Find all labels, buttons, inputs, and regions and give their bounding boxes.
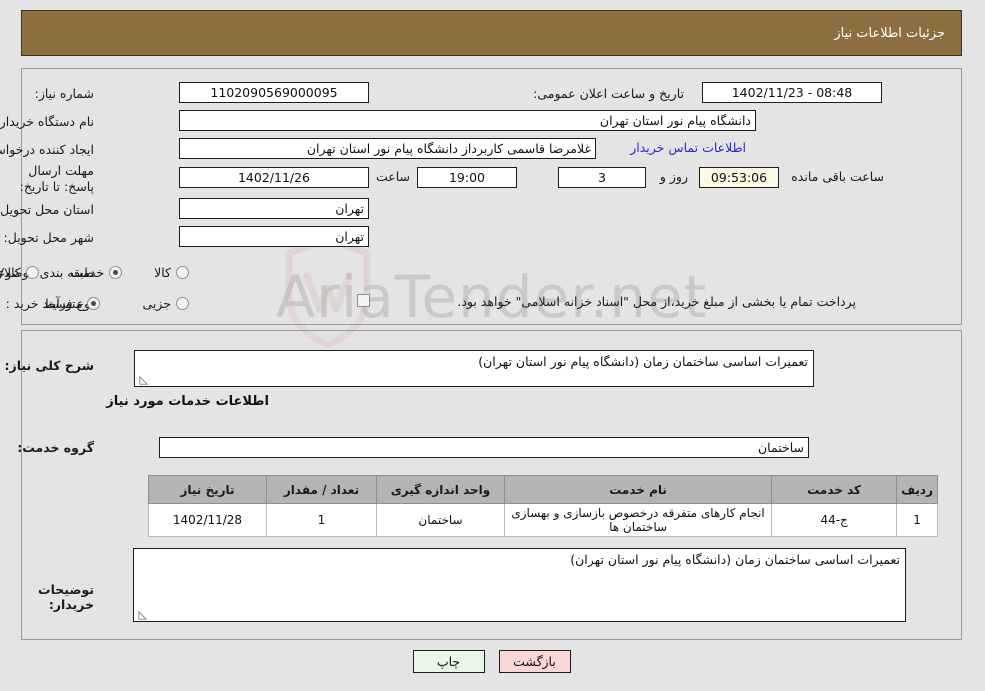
purchase-type-option-medium[interactable]: متوسط (44, 295, 102, 311)
back-button[interactable]: بازگشت (499, 650, 572, 673)
delivery-province-label: استان محل تحویل: (0, 201, 95, 217)
public-announce-label-row: تاریخ و ساعت اعلان عمومی: (534, 82, 685, 104)
print-button[interactable]: چاپ (413, 650, 486, 673)
delivery-city-input[interactable] (180, 226, 370, 247)
requester-input[interactable] (180, 138, 597, 159)
treasury-bonds-checkbox[interactable] (358, 294, 371, 307)
buyer-org-label-row: نام دستگاه خریدار: (0, 110, 95, 132)
col-need-date: تاریخ نیاز (149, 475, 268, 504)
page-root: AriaTender.net جزئیات اطلاعات نیاز شماره… (0, 0, 985, 691)
deadline-time-input[interactable] (418, 167, 518, 188)
col-unit: واحد اندازه گیری (377, 475, 506, 504)
category-label-service: خدمت (71, 264, 106, 280)
col-code: کد خدمت (772, 475, 899, 504)
col-qty: تعداد / مقدار (267, 475, 378, 504)
action-button-row: بازگشت چاپ (0, 650, 985, 673)
cell-unit: ساختمان (377, 503, 506, 537)
category-option-goods-service[interactable]: کالا/خدمت (0, 265, 40, 280)
deadline-countdown-input[interactable] (700, 167, 780, 188)
services-section-heading: اطلاعات خدمات مورد نیاز (107, 394, 270, 409)
buyer-notes-label: توضیحات خریدار: (39, 582, 95, 612)
cell-need-date: 1402/11/28 (149, 503, 268, 537)
general-desc-label: شرح کلی نیاز: (5, 358, 95, 373)
service-group-label: گروه خدمت: (18, 440, 95, 455)
buyer-org-input[interactable] (180, 110, 757, 131)
summary-panel (22, 68, 963, 325)
cell-row: 1 (897, 503, 939, 537)
treasury-bonds-note: پرداخت تمام یا بخشی از مبلغ خرید،از محل … (458, 294, 857, 309)
category-option-goods[interactable]: کالا (155, 265, 190, 280)
deadline-time-label: ساعت (376, 169, 411, 184)
services-table: ردیف کد خدمت نام خدمت واحد اندازه گیری ت… (149, 475, 939, 537)
requester-label: ایجاد کننده درخواست: (0, 141, 95, 157)
purchase-type-option-minor[interactable]: جزیی (143, 296, 190, 311)
purchase-type-radio-group: جزیی متوسط (44, 292, 190, 314)
delivery-city-label-row: شهر محل تحویل: (5, 226, 95, 248)
general-desc-field[interactable]: تعمیرات اساسی ساختمان زمان (دانشگاه پیام… (135, 350, 815, 387)
deadline-countdown-label: ساعت باقی مانده (792, 169, 885, 184)
purchase-type-radio-minor[interactable] (177, 296, 190, 310)
public-announce-label: تاریخ و ساعت اعلان عمومی: (534, 85, 685, 101)
col-name: نام خدمت (504, 475, 774, 504)
category-radio-goods-service[interactable] (26, 265, 40, 279)
page-title-bar: جزئیات اطلاعات نیاز (22, 10, 963, 56)
buyer-contact-link[interactable]: اطلاعات تماس خریدار (631, 140, 747, 155)
buyer-org-label: نام دستگاه خریدار: (0, 113, 95, 129)
purchase-type-radio-medium[interactable] (88, 296, 102, 310)
delivery-province-input[interactable] (180, 198, 370, 219)
deadline-date-input[interactable] (180, 167, 370, 188)
purchase-type-label-minor: جزیی (143, 295, 172, 311)
public-announce-input[interactable] (703, 82, 883, 103)
buyer-notes-field[interactable]: تعمیرات اساسی ساختمان زمان (دانشگاه پیام… (134, 548, 907, 622)
service-group-input[interactable] (160, 437, 810, 458)
cell-qty: 1 (267, 503, 378, 537)
delivery-province-label-row: استان محل تحویل: (0, 198, 95, 220)
buyer-notes-textarea[interactable]: تعمیرات اساسی ساختمان زمان (دانشگاه پیام… (134, 548, 907, 622)
requester-label-row: ایجاد کننده درخواست: (0, 138, 95, 160)
cell-name: انجام کارهای متفرقه درخصوص بازسازی و بهس… (504, 503, 774, 537)
purchase-type-label-medium: متوسط (44, 295, 84, 311)
table-row[interactable]: 1 ج-44 انجام کارهای متفرقه درخصوص بازساز… (149, 503, 939, 537)
category-label-goods-service: کالا/خدمت (0, 264, 22, 280)
category-radio-service[interactable] (110, 265, 124, 279)
deadline-days-input[interactable] (559, 167, 647, 188)
deadline-label-row: مهلت ارسال پاسخ: تا تاریخ: (9, 163, 95, 197)
general-desc-textarea[interactable]: تعمیرات اساسی ساختمان زمان (دانشگاه پیام… (135, 350, 815, 387)
need-number-label-row: شماره نیاز: (36, 82, 95, 104)
need-number-input[interactable] (180, 82, 370, 103)
table-header-row: ردیف کد خدمت نام خدمت واحد اندازه گیری ت… (149, 475, 939, 504)
deadline-days-label: روز و (660, 169, 689, 184)
category-option-service[interactable]: خدمت (71, 264, 124, 280)
delivery-city-label: شهر محل تحویل: (4, 229, 95, 245)
category-label-goods: کالا (155, 264, 172, 280)
deadline-label: مهلت ارسال پاسخ: تا تاریخ: (20, 163, 95, 194)
category-radio-goods[interactable] (177, 265, 190, 279)
category-radio-group: کالا خدمت کالا/خدمت (0, 261, 190, 283)
col-row: ردیف (897, 475, 939, 504)
page-title: جزئیات اطلاعات نیاز (835, 25, 946, 41)
need-number-label: شماره نیاز: (35, 85, 95, 101)
cell-code: ج-44 (772, 503, 899, 537)
